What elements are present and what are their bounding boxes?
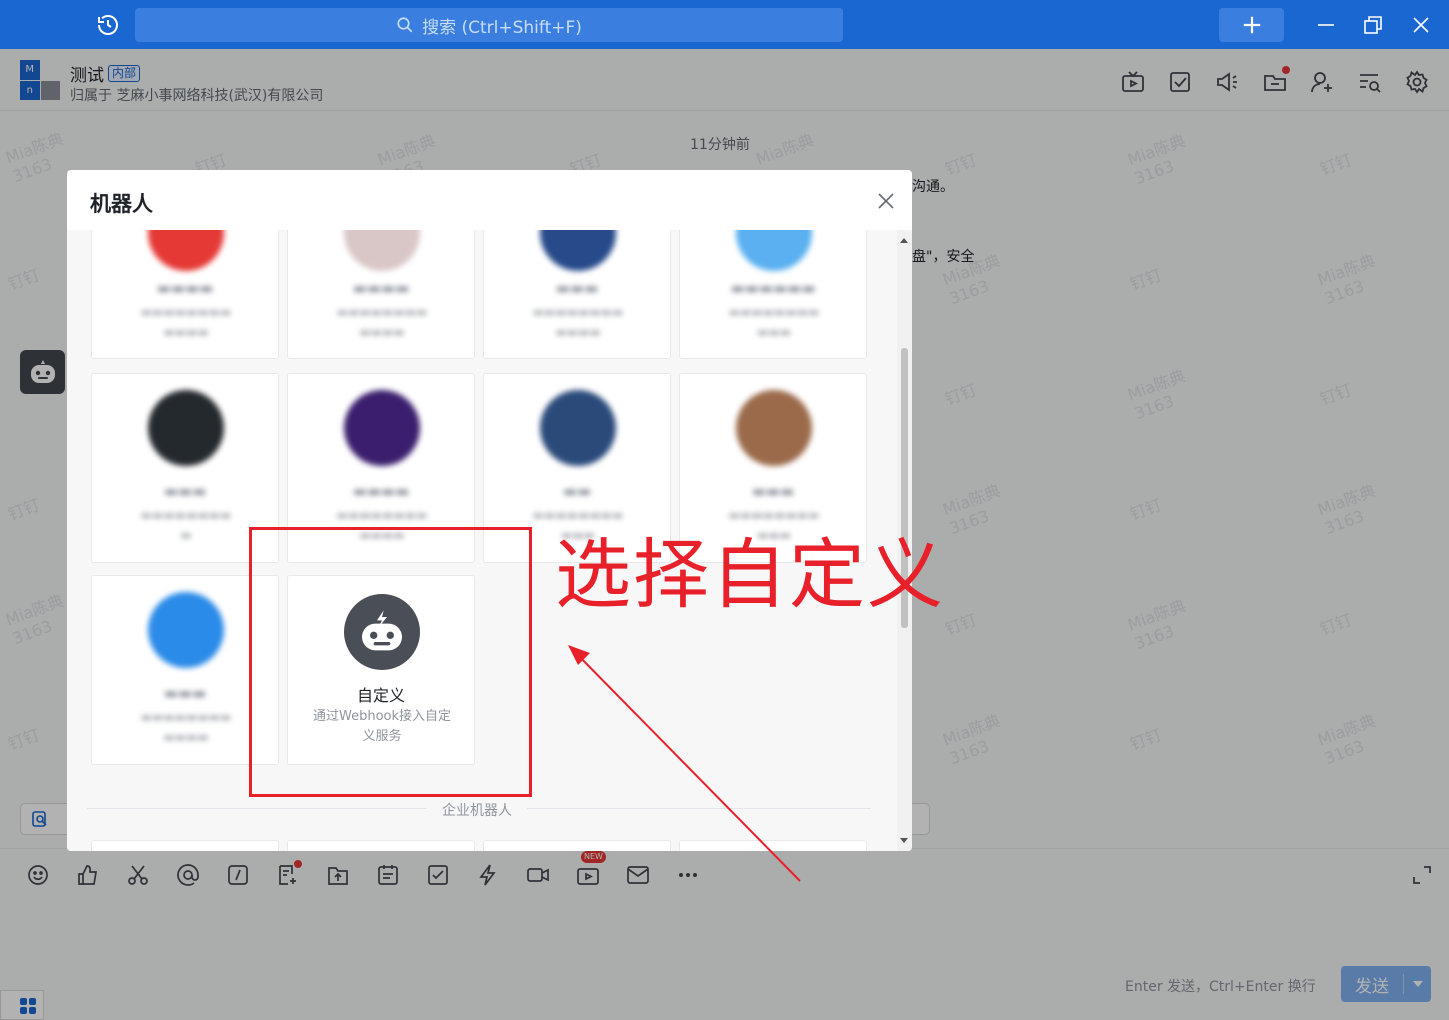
annotation-arrow (568, 645, 801, 882)
robot-card[interactable]: ▬▬▬▬▬▬ ▬▬▬▬▬▬▬▬ ▬▬▬ (679, 230, 867, 359)
robot-logo (344, 390, 420, 466)
minimize-icon[interactable] (1314, 13, 1338, 37)
search-input[interactable]: 搜索 (Ctrl+Shift+F) (135, 8, 843, 42)
close-window-icon[interactable] (1409, 13, 1433, 37)
search-icon (397, 17, 413, 33)
title-bar: 搜索 (Ctrl+Shift+F) (0, 0, 1449, 49)
restore-icon[interactable] (1361, 13, 1385, 37)
history-icon[interactable] (96, 13, 120, 37)
robot-name-blurred: ▬▬ (562, 482, 592, 500)
annotation-text: 选择自定义 (555, 530, 945, 619)
search-placeholder: 搜索 (Ctrl+Shift+F) (422, 17, 582, 38)
robot-name-blurred: ▬▬▬ (555, 279, 599, 297)
robot-name-blurred: ▬▬▬ (751, 482, 795, 500)
robot-card[interactable]: ▬▬▬▬ ▬▬▬▬▬▬▬▬ ▬▬▬▬ (91, 230, 279, 359)
robot-name-blurred: ▬▬▬▬ (156, 279, 214, 297)
robot-logo (148, 592, 224, 668)
robot-logo (148, 230, 224, 271)
robot-desc-blurred: ▬▬▬▬▬▬▬▬ ▬▬▬▬ (140, 710, 232, 744)
dialog-title: 机器人 (90, 192, 153, 216)
annotation-highlight-box (249, 527, 532, 797)
robot-logo (540, 390, 616, 466)
robot-name-blurred: ▬▬▬▬ (352, 279, 410, 297)
close-icon[interactable] (876, 191, 896, 211)
scroll-down-arrow[interactable] (900, 838, 908, 843)
robot-desc-blurred: ▬▬▬▬▬▬▬▬ ▬▬▬ (728, 305, 820, 339)
robot-desc-blurred: ▬▬▬▬▬▬▬▬ ▬▬▬▬ (336, 305, 428, 339)
robot-card[interactable] (287, 840, 475, 851)
robot-logo (736, 230, 812, 271)
robot-card[interactable] (91, 840, 279, 851)
enterprise-robots-label: 企业机器人 (427, 800, 527, 820)
robot-logo (148, 390, 224, 466)
robot-desc-blurred: ▬▬▬▬▬▬▬▬ ▬▬▬▬ (140, 305, 232, 339)
robot-name-blurred: ▬▬▬ (163, 482, 207, 500)
plus-icon (1243, 16, 1260, 34)
scroll-up-arrow[interactable] (900, 238, 908, 243)
robot-card[interactable]: ▬▬▬▬ ▬▬▬▬▬▬▬▬ ▬▬▬▬ (287, 230, 475, 359)
robot-name-blurred: ▬▬▬▬▬▬ (730, 279, 816, 297)
robot-logo (540, 230, 616, 271)
robot-logo (736, 390, 812, 466)
robot-card[interactable]: ▬▬▬ ▬▬▬▬▬▬▬▬ ▬▬▬▬ (483, 230, 671, 359)
create-button[interactable] (1219, 8, 1284, 42)
robot-desc-blurred: ▬▬▬▬▬▬▬▬ ▬▬▬▬ (532, 305, 624, 339)
robot-logo (344, 230, 420, 271)
robot-desc-blurred: ▬▬▬▬▬▬▬▬ ▬ (140, 508, 232, 542)
robot-name-blurred: ▬▬▬▬ (352, 482, 410, 500)
